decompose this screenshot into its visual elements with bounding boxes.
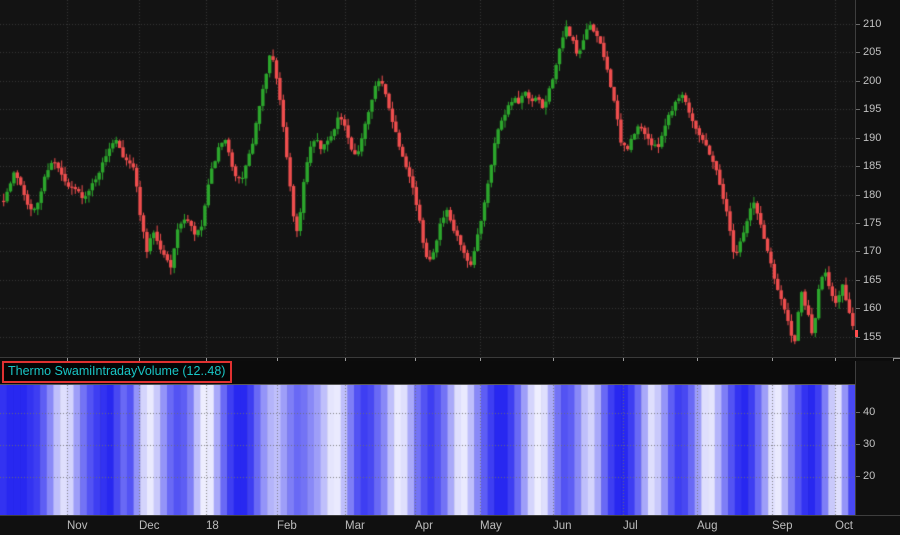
price-tick-mark: [856, 109, 860, 110]
chart-window: 210 205 200 195 190 185 180 175 170 165 160 155 The…: [0, 0, 900, 535]
thermo-tick-label: 30: [863, 438, 876, 450]
thermo-study-label-text: Thermo SwamiIntradayVolume (12..48): [8, 364, 226, 378]
price-tick-mark: [856, 195, 860, 196]
price-tick-label: 170: [863, 245, 882, 258]
price-tick-label: 200: [863, 74, 882, 87]
thermo-tick-label: 40: [863, 406, 876, 418]
thermo-tick-mark: [856, 412, 860, 413]
thermo-study-label[interactable]: Thermo SwamiIntradayVolume (12..48): [2, 361, 233, 383]
price-tick-mark: [856, 223, 860, 224]
thermo-tick-mark: [856, 444, 860, 445]
price-tick-mark: [856, 251, 860, 252]
month-label: Sep: [772, 520, 793, 532]
price-tick-mark: [856, 166, 860, 167]
price-tick-label: 205: [863, 46, 882, 59]
price-tick-mark: [856, 138, 860, 139]
price-tick-label: 210: [863, 18, 882, 30]
price-tick-mark: [856, 81, 860, 82]
price-tick-label: 190: [863, 131, 882, 144]
month-label: Dec: [139, 520, 160, 532]
price-tick-label: 195: [863, 103, 882, 116]
month-label: 18: [206, 520, 219, 532]
time-axis[interactable]: Nov Dec 18 Feb Mar Apr May Jun Jul Aug Sep Oct: [0, 515, 900, 535]
month-label: Oct: [835, 520, 853, 532]
thermo-tick-label: 20: [863, 470, 876, 482]
price-tick-label: 160: [863, 302, 882, 315]
price-chart-canvas[interactable]: [0, 0, 855, 357]
price-tick-label: 155: [863, 330, 882, 343]
price-tick-label: 180: [863, 188, 882, 201]
thermo-tick-mark: [856, 476, 860, 477]
price-tick-mark: [856, 52, 860, 53]
month-label: Mar: [345, 520, 365, 532]
price-tick-label: 185: [863, 160, 882, 173]
month-label: Jun: [553, 520, 572, 532]
price-tick-mark: [856, 337, 860, 338]
month-label: Apr: [415, 520, 433, 532]
price-tick-mark: [856, 308, 860, 309]
thermo-heatmap-canvas[interactable]: [0, 384, 855, 516]
month-label: Nov: [67, 520, 88, 532]
last-price-marker-icon: [855, 330, 858, 337]
month-label: May: [480, 520, 502, 532]
month-label: Aug: [697, 520, 718, 532]
month-label: Jul: [623, 520, 638, 532]
price-axis[interactable]: 210 205 200 195 190 185 180 175 170 165 160 155: [855, 0, 900, 357]
month-label: Feb: [277, 520, 297, 532]
price-tick-label: 175: [863, 216, 882, 229]
thermo-axis[interactable]: 40 30 20: [855, 361, 900, 515]
price-tick-mark: [856, 280, 860, 281]
price-tick-label: 165: [863, 273, 882, 286]
price-tick-mark: [856, 24, 860, 25]
